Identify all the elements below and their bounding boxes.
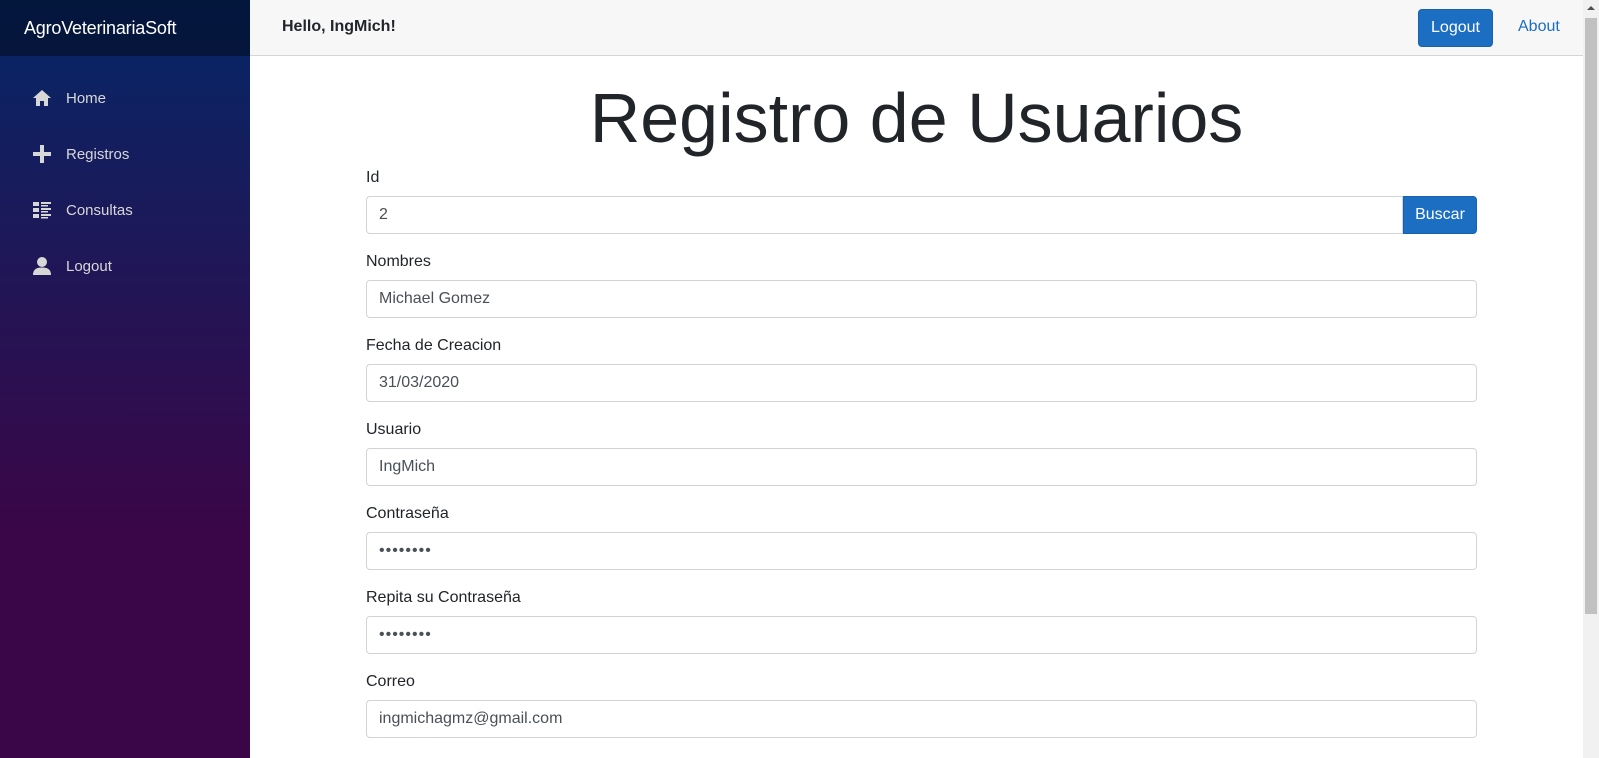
sidebar: AgroVeterinariaSoft Home Registros Consu…: [0, 0, 250, 758]
sidebar-item-logout[interactable]: Logout: [0, 238, 250, 294]
id-label: Id: [366, 169, 380, 186]
id-input[interactable]: [366, 196, 1403, 234]
scrollbar[interactable]: [1583, 0, 1599, 758]
sidebar-item-consultas[interactable]: Consultas: [0, 182, 250, 238]
fecha-field-group: Fecha de Creacion: [366, 336, 1477, 402]
id-field-group: Id Buscar: [366, 168, 1477, 234]
app-root: AgroVeterinariaSoft Home Registros Consu…: [0, 0, 1599, 758]
fecha-input[interactable]: [366, 364, 1477, 402]
repita-field-group: Repita su Contraseña: [366, 588, 1477, 654]
about-link[interactable]: About: [1518, 18, 1560, 36]
list-icon: [32, 200, 52, 220]
greeting-text: Hello, IngMich!: [282, 18, 396, 35]
usuario-field-group: Usuario: [366, 420, 1477, 486]
top-bar: Hello, IngMich! Logout About: [250, 0, 1583, 56]
nombres-field-group: Nombres: [366, 252, 1477, 318]
correo-field-group: Correo: [366, 672, 1477, 738]
brand-bar: AgroVeterinariaSoft: [0, 0, 250, 56]
buscar-button[interactable]: Buscar: [1403, 196, 1477, 234]
sidebar-item-label: Home: [66, 89, 107, 107]
sidebar-item-label: Registros: [66, 145, 130, 163]
email-input[interactable]: [366, 700, 1477, 738]
usuario-label: Usuario: [366, 421, 422, 438]
sidebar-item-registros[interactable]: Registros: [0, 126, 250, 182]
sidebar-item-label: Consultas: [66, 201, 133, 219]
person-icon: [32, 256, 52, 276]
logout-button[interactable]: Logout: [1418, 9, 1493, 47]
nombres-label: Nombres: [366, 253, 431, 270]
home-icon: [32, 88, 52, 108]
correo-label: Correo: [366, 673, 415, 690]
usuario-input[interactable]: [366, 448, 1477, 486]
scroll-thumb[interactable]: [1585, 18, 1597, 614]
contrasena-label: Contraseña: [366, 505, 449, 522]
sidebar-nav: Home Registros Consultas Logout: [0, 56, 250, 294]
page-title: Registro de Usuarios: [589, 79, 1244, 157]
brand-name[interactable]: AgroVeterinariaSoft: [24, 18, 176, 39]
confirm-password-input[interactable]: [366, 616, 1477, 654]
plus-icon: [32, 144, 52, 164]
main-content: Registro de Usuarios Id Buscar Nombres F…: [250, 56, 1583, 758]
sidebar-item-label: Logout: [66, 257, 112, 275]
nombres-input[interactable]: [366, 280, 1477, 318]
password-input[interactable]: [366, 532, 1477, 570]
contrasena-field-group: Contraseña: [366, 504, 1477, 570]
sidebar-item-home[interactable]: Home: [0, 70, 250, 126]
fecha-label: Fecha de Creacion: [366, 337, 502, 354]
scroll-up-icon[interactable]: [1583, 0, 1599, 16]
repita-label: Repita su Contraseña: [366, 589, 521, 606]
